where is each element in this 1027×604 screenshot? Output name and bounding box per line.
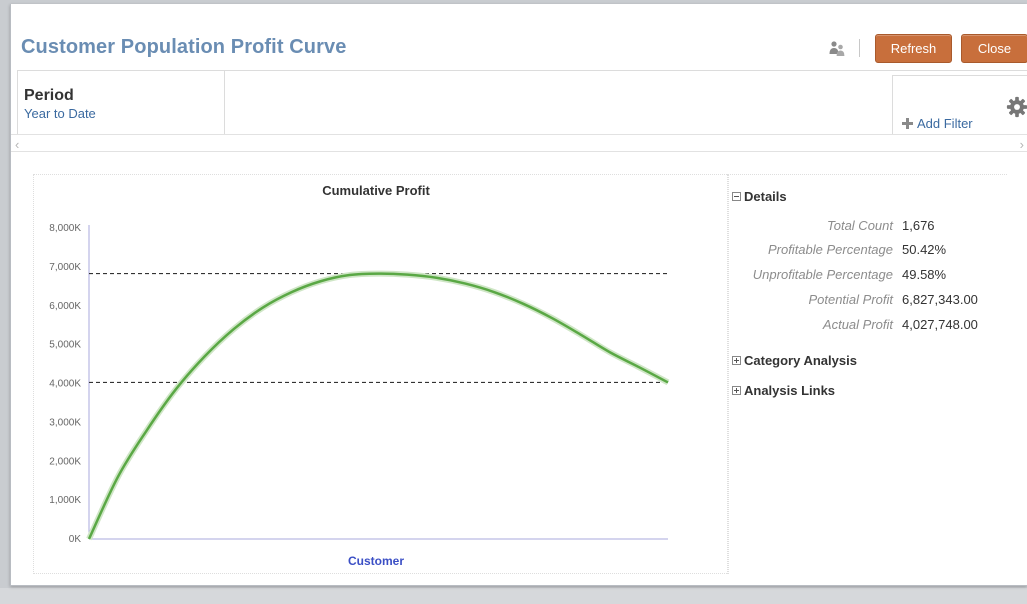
backdrop [0,588,1027,604]
chart-panel: Cumulative Profit 0K 1,000K 2,000K 3,000K 4,… [33,174,729,574]
y-tick-label: 0K [69,534,82,545]
y-tick-label: 3,000K [49,417,81,428]
period-filter[interactable]: Period Year to Date [17,71,225,135]
y-tick-label: 7,000K [49,262,81,273]
period-label: Period [24,87,74,104]
detail-row-profitable-percentage: Profitable Percentage 50.42% [728,242,1008,260]
user-group-icon[interactable] [828,40,846,58]
y-tick-label: 2,000K [49,456,81,467]
detail-value: 50.42% [902,242,947,257]
detail-value: 4,027,748.00 [902,317,978,332]
gear-icon[interactable] [1006,96,1027,118]
detail-label: Unprofitable Percentage [752,267,893,282]
details-panel: Details Total Count 1,676 Profitable Per… [727,174,1007,574]
x-axis-label: Customer [348,554,404,568]
detail-row-potential-profit: Potential Profit 6,827,343.00 [728,292,1008,310]
analysis-links-label: Analysis Links [744,383,836,398]
y-tick-label: 4,000K [49,379,81,390]
detail-value: 1,676 [902,218,935,233]
detail-label: Total Count [826,218,893,233]
profit-curve [87,272,669,540]
chart-title: Cumulative Profit [322,183,430,198]
y-tick-label: 5,000K [49,340,81,351]
y-tick-label: 1,000K [49,495,81,506]
cumulative-profit-chart: Cumulative Profit 0K 1,000K 2,000K 3,000K 4,… [49,183,670,568]
details-section-header[interactable]: Details [732,189,787,204]
detail-value: 49.58% [902,267,947,282]
scroll-right-icon[interactable]: › [1020,137,1024,152]
collapse-icon[interactable] [732,192,741,201]
filter-scroll-strip: ‹ › [11,134,1027,152]
toolbar-separator [859,39,860,57]
detail-row-actual-profit: Actual Profit 4,027,748.00 [728,317,1008,335]
expand-icon[interactable] [732,386,741,395]
dialog-title: Customer Population Profit Curve [21,36,347,58]
add-filter-label: Add Filter [917,116,973,131]
expand-icon[interactable] [732,356,741,365]
category-analysis-header[interactable]: Category Analysis [732,353,857,368]
detail-row-unprofitable-percentage: Unprofitable Percentage 49.58% [728,267,1008,285]
add-filter-area: Add Filter [892,75,1027,135]
detail-label: Potential Profit [808,292,893,307]
close-button[interactable]: Close [961,34,1027,63]
period-value[interactable]: Year to Date [24,106,224,121]
scroll-left-icon[interactable]: ‹ [15,137,19,152]
add-filter-link[interactable]: Add Filter [901,116,973,131]
plus-icon [902,118,913,129]
category-analysis-label: Category Analysis [744,353,857,368]
refresh-button[interactable]: Refresh [875,34,952,63]
filter-bar: Period Year to Date Add Filter [17,70,1027,135]
y-tick-label: 6,000K [49,301,81,312]
profit-curve-dialog: Customer Population Profit Curve Refresh… [10,4,1027,586]
analysis-links-header[interactable]: Analysis Links [732,383,835,398]
profit-curve-shadow [86,270,670,541]
detail-row-total-count: Total Count 1,676 [728,218,1008,236]
details-header-label: Details [744,189,787,204]
detail-value: 6,827,343.00 [902,292,978,307]
y-tick-label: 8,000K [49,223,81,234]
detail-label: Actual Profit [822,317,893,332]
detail-label: Profitable Percentage [767,242,893,257]
